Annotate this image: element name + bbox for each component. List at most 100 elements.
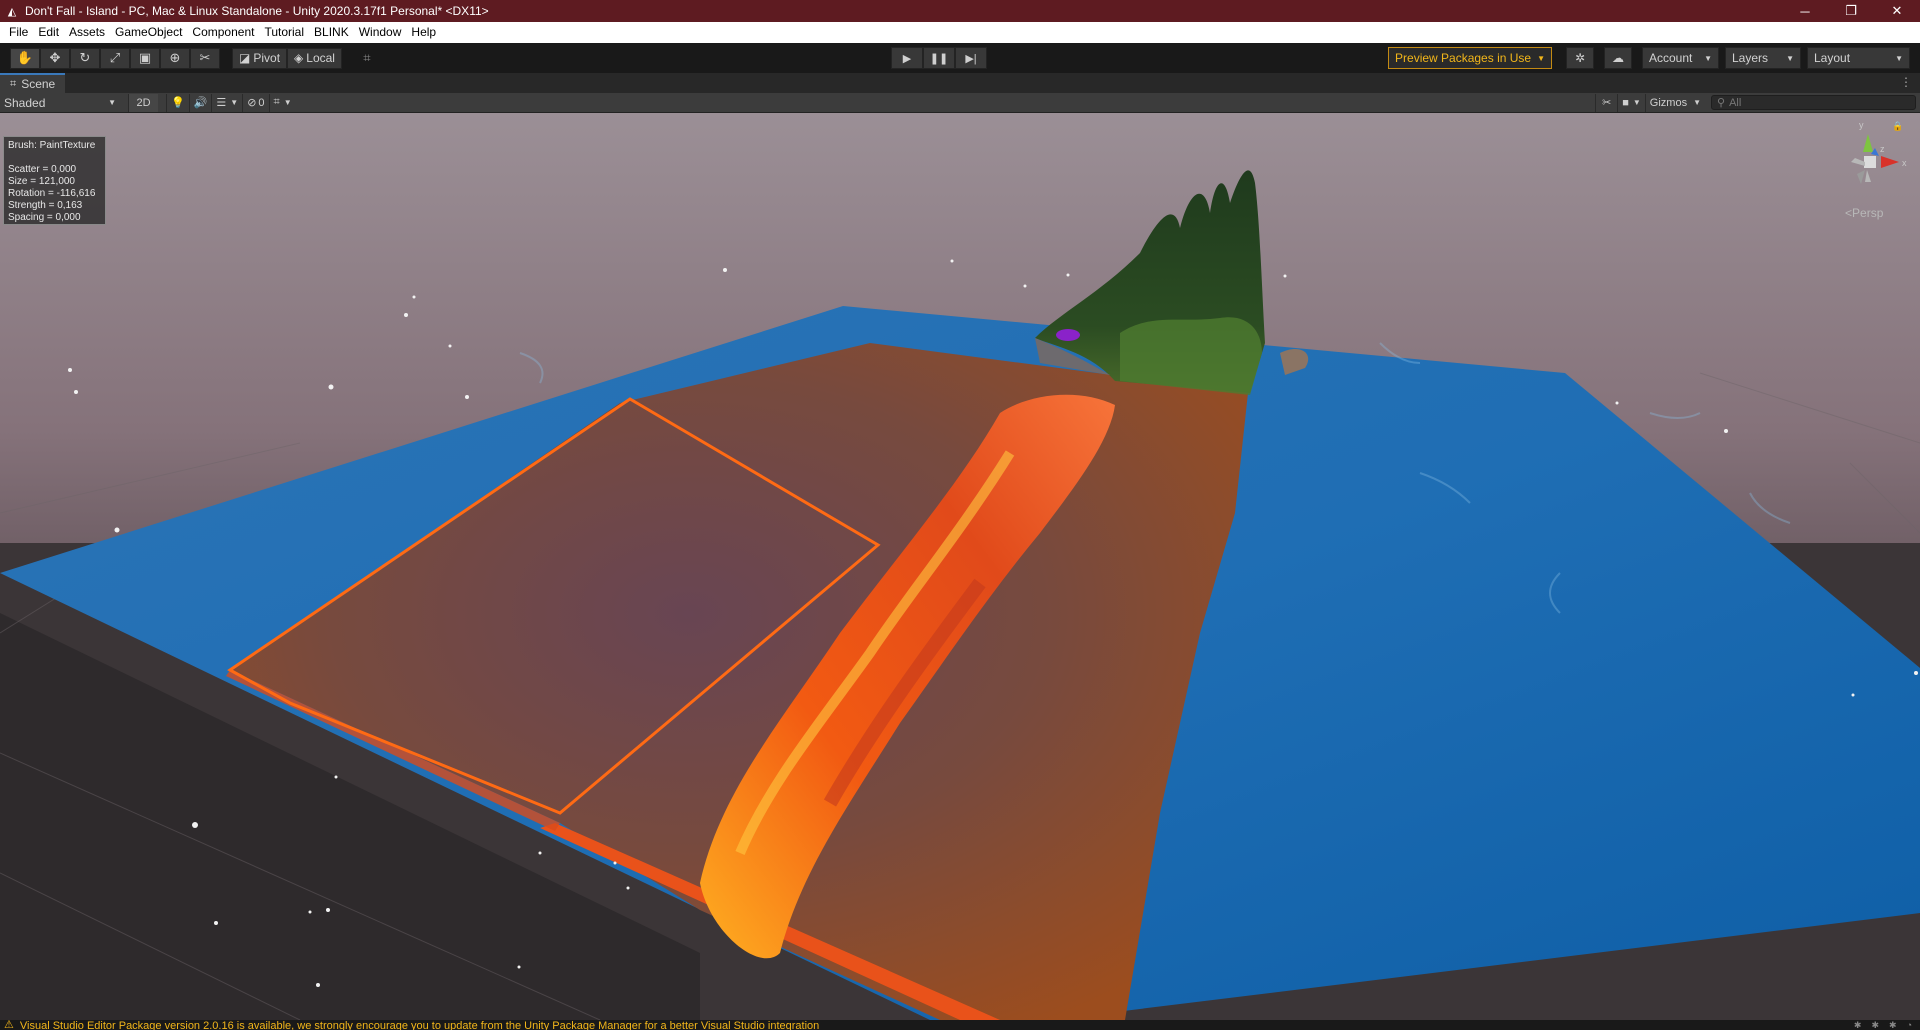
services-icon: ✲ [1574,51,1586,65]
pause-button[interactable]: ❚❚ [923,47,955,69]
scene-search-input[interactable]: ⚲ All [1711,95,1916,110]
menu-file[interactable]: File [4,22,33,43]
play-controls: ▶ ❚❚ ▶| [891,47,987,69]
menu-component[interactable]: Component [187,22,259,43]
rotate-icon: ↻ [79,50,91,65]
eye-slash-icon: ⊘ [247,97,257,109]
chevron-down-icon: ▼ [1537,53,1545,63]
auto-generate-icon[interactable]: ✱ [1889,1020,1897,1030]
preview-packages-label: Preview Packages in Use [1395,51,1532,65]
restore-button[interactable]: ❐ [1828,0,1874,22]
grid-snap-button[interactable]: ⌗ [352,48,382,69]
axis-y-label: y [1859,120,1864,130]
local-toggle[interactable]: ◈ Local [287,47,342,69]
menu-bar: File Edit Assets GameObject Component Tu… [0,22,1920,43]
shading-mode-dropdown[interactable]: Shaded ▼ [0,94,120,112]
gizmos-dropdown[interactable]: Gizmos ▼ [1644,93,1705,112]
brush-info-overlay: Brush: PaintTexture Scatter = 0,000 Size… [3,136,106,225]
rotate-tool-button[interactable]: ↻ [70,47,100,69]
brush-strength: Strength = 0,163 [8,200,83,211]
transform-tools: ✋ ✥ ↻ ⤢ ▣ ⊕ ✂ [10,47,220,69]
close-button[interactable]: ✕ [1874,0,1920,22]
transform-tool-button[interactable]: ⊕ [160,47,190,69]
pause-icon: ❚❚ [929,52,949,65]
camera-dropdown[interactable]: ■ ▼ [1617,93,1645,112]
gizmo-center-cube[interactable] [1864,156,1876,168]
tools-toggle[interactable]: ✂ [1595,93,1617,112]
axis-x-label: x [1902,158,1907,168]
toolbar-right: Preview Packages in Use ▼ ✲ ☁ Account ▼ … [1388,47,1910,69]
chevron-down-icon: ▼ [108,98,116,107]
effects-dropdown[interactable]: ☰ ▼ [211,93,242,112]
chevron-left-icon: < [1845,206,1853,220]
title-bar: ◭ Don't Fall - Island - PC, Mac & Linux … [0,0,1920,22]
menu-gameobject[interactable]: GameObject [110,22,187,43]
lock-icon[interactable]: 🔒 [1892,121,1903,131]
progress-icon[interactable]: ✱ [1871,1020,1879,1030]
custom-tool-button[interactable]: ✂ [190,47,220,69]
camera-icon: ■ [1622,96,1629,109]
audio-toggle[interactable]: 🔊 [188,93,212,112]
step-icon: ▶| [965,52,977,65]
rect-tool-button[interactable]: ▣ [130,47,160,69]
menu-assets[interactable]: Assets [64,22,110,43]
hidden-count: 0 [258,96,265,109]
scale-icon: ⤢ [109,50,121,65]
grid-dropdown[interactable]: ⌗ ▼ [268,93,296,112]
preview-packages-dropdown[interactable]: Preview Packages in Use ▼ [1388,47,1552,69]
brush-spacing: Spacing = 0,000 [8,212,81,223]
bug-icon[interactable]: ✱ [1854,1020,1862,1030]
speaker-icon: 🔊 [193,97,208,109]
scene-viewport[interactable] [0,113,1920,1020]
menu-window[interactable]: Window [354,22,407,43]
minimize-button[interactable]: ─ [1782,0,1828,22]
main-toolbar: ✋ ✥ ↻ ⤢ ▣ ⊕ ✂ ◪ Pivot ◈ Local ⌗ ▶ ❚❚ ▶| Pr… [0,43,1920,73]
menu-tutorial[interactable]: Tutorial [259,22,309,43]
more-menu-icon[interactable]: ⋮ [1900,75,1912,89]
projection-toggle[interactable]: <Persp [1845,206,1883,220]
cloud-button[interactable]: ☁ [1604,47,1632,69]
local-label: Local [306,51,335,65]
layout-label: Layout [1814,51,1851,65]
x-axis-cone[interactable] [1881,156,1899,168]
hand-tool-button[interactable]: ✋ [10,47,40,69]
grid-snap-icon: ⌗ [363,50,371,65]
pivot-toggles: ◪ Pivot ◈ Local [232,47,342,69]
menu-edit[interactable]: Edit [33,22,64,43]
play-button[interactable]: ▶ [891,47,923,69]
brush-rotation: Rotation = -116,616 [8,188,96,199]
pivot-toggle[interactable]: ◪ Pivot [232,47,288,69]
y-axis-cone[interactable] [1863,134,1873,152]
account-dropdown[interactable]: Account ▼ [1642,47,1719,69]
tools-icon: ✂ [1602,97,1612,109]
layout-dropdown[interactable]: Layout ▼ [1807,47,1910,69]
cloud-icon: ☁ [1612,51,1624,65]
2d-toggle[interactable]: 2D [128,93,158,112]
hidden-objects-toggle[interactable]: ⊘ 0 [242,93,268,112]
menu-help[interactable]: Help [406,22,441,43]
brush-size: Size = 121,000 [8,176,75,187]
scale-tool-button[interactable]: ⤢ [100,47,130,69]
rect-icon: ▣ [138,50,152,65]
services-button[interactable]: ✲ [1566,47,1594,69]
projection-label: Persp [1852,206,1884,220]
scene-toolbar: Shaded ▼ 2D 💡 🔊 ☰ ▼ ⊘ 0 ⌗ ▼ ✂ ■ ▼ Gizmos ▼ ⚲… [0,93,1920,113]
lightbulb-icon: 💡 [171,97,185,109]
status-message[interactable]: Visual Studio Editor Package version 2.0… [20,1020,819,1030]
scene-toolbar-right: ✂ ■ ▼ Gizmos ▼ ⚲ All [1595,93,1920,112]
menu-blink[interactable]: BLINK [309,22,354,43]
brush-title: Brush: PaintTexture [8,140,96,151]
layers-dropdown[interactable]: Layers ▼ [1725,47,1801,69]
tab-scene[interactable]: ⌗ Scene [0,73,66,93]
move-tool-button[interactable]: ✥ [40,47,70,69]
step-button[interactable]: ▶| [955,47,987,69]
window-controls: ─ ❐ ✕ [1782,0,1920,22]
window-title: Don't Fall - Island - PC, Mac & Linux St… [25,4,489,18]
chevron-down-icon: ▼ [283,98,292,107]
chevron-down-icon: ▼ [1632,98,1641,107]
info-icon[interactable]: ◔ [1907,1020,1912,1030]
shading-mode-label: Shaded [4,95,46,110]
play-icon: ▶ [902,52,912,65]
lighting-toggle[interactable]: 💡 [166,93,189,112]
local-icon: ◈ [294,51,304,65]
